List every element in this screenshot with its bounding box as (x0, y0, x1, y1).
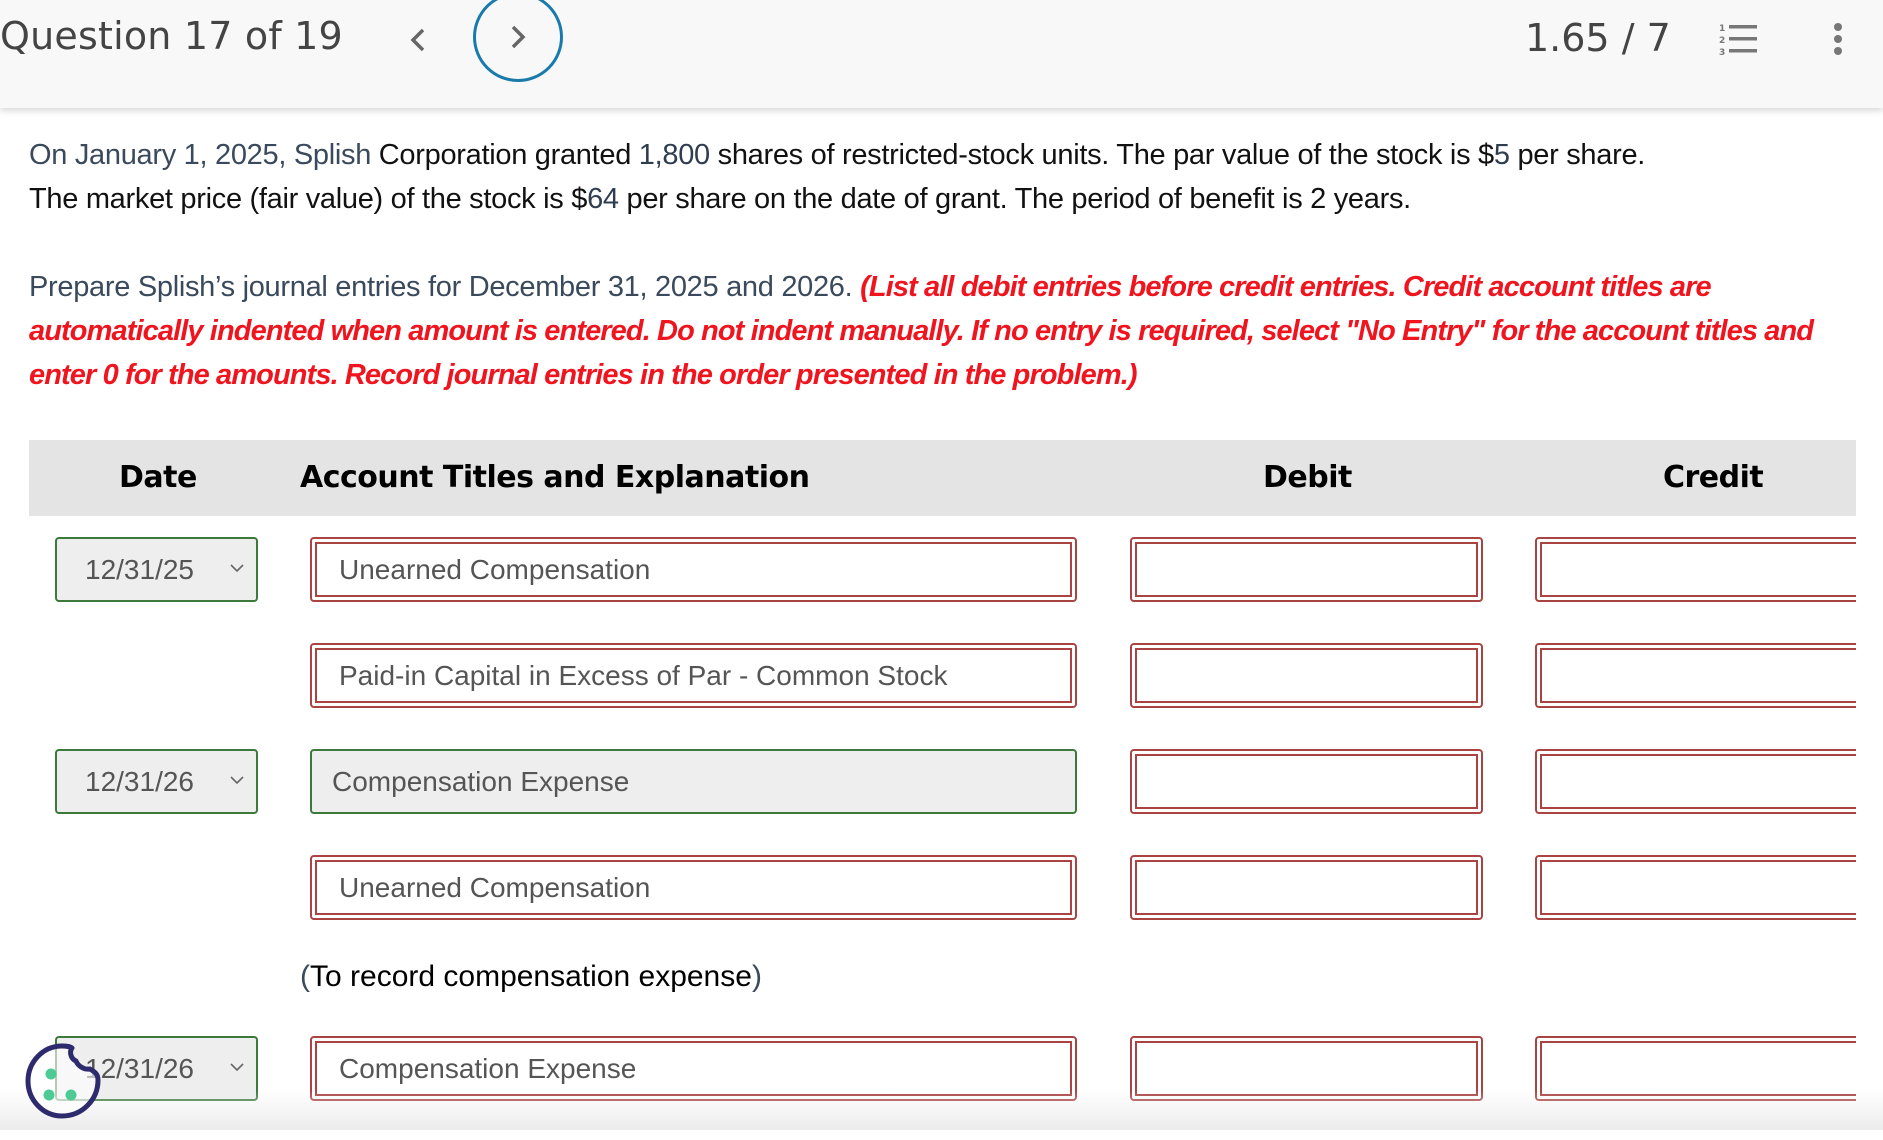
svg-text:3: 3 (1719, 48, 1725, 56)
explanation-paren: ( (300, 960, 310, 993)
question-text-segment: Corporation granted (371, 139, 639, 171)
question-header: Question 17 of 19 1.65 / 7 1 2 3 (0, 0, 1883, 108)
date-value: 12/31/25 (85, 553, 194, 585)
chevron-down-icon (230, 776, 244, 785)
debit-input[interactable] (1130, 855, 1483, 920)
table-header: Date Account Titles and Explanation Debi… (29, 440, 1856, 516)
debit-input[interactable] (1130, 1036, 1483, 1101)
header-account: Account Titles and Explanation (300, 460, 810, 495)
account-title-input[interactable]: Unearned Compensation (310, 855, 1077, 920)
question-text: On January 1, 2025, Splish Corporation g… (29, 133, 1859, 221)
question-text-segment: per share. (1509, 139, 1646, 171)
cookie-settings-icon[interactable] (22, 1040, 104, 1122)
header-debit: Debit (1263, 460, 1352, 495)
account-title-value: Compensation Expense (339, 1052, 637, 1084)
prompt-lead: Prepare Splish’s journal entries for Dec… (29, 271, 861, 303)
account-title-input[interactable]: Unearned Compensation (310, 537, 1077, 602)
chevron-down-icon (230, 1063, 244, 1072)
question-instructions: Prepare Splish’s journal entries for Dec… (29, 265, 1859, 397)
account-title-value: Unearned Compensation (339, 553, 651, 585)
more-vertical-icon[interactable] (1820, 22, 1856, 58)
explanation-text: To record compensation expense (310, 960, 752, 993)
credit-input[interactable] (1535, 537, 1856, 602)
previous-question-button[interactable] (400, 20, 436, 60)
chevron-down-icon (230, 564, 244, 573)
journal-entry-table: Date Account Titles and Explanation Debi… (29, 440, 1856, 1140)
explanation-paren: ) (751, 960, 762, 993)
date-select[interactable]: 12/31/25 (55, 537, 258, 602)
svg-text:2: 2 (1719, 36, 1725, 46)
header-date: Date (119, 460, 197, 495)
account-title-input[interactable]: Paid-in Capital in Excess of Par - Commo… (310, 643, 1077, 708)
debit-input[interactable] (1130, 643, 1483, 708)
account-title-value: Compensation Expense (332, 765, 630, 797)
chevron-left-icon (410, 28, 425, 52)
debit-input[interactable] (1130, 749, 1483, 814)
score-display: 1.65 / 7 (1525, 16, 1671, 60)
credit-input[interactable] (1535, 749, 1856, 814)
credit-input[interactable] (1535, 1036, 1856, 1101)
account-title-value: Paid-in Capital in Excess of Par - Commo… (339, 659, 948, 691)
question-date-company: On January 1, 2025, Splish (29, 139, 372, 171)
next-question-button[interactable] (473, 0, 563, 82)
shares-value: 1,800 (638, 139, 710, 171)
numbered-list-icon[interactable]: 1 2 3 (1718, 22, 1762, 56)
header-credit: Credit (1663, 460, 1764, 495)
account-title-input[interactable]: Compensation Expense (310, 749, 1077, 814)
account-title-input[interactable]: Compensation Expense (310, 1036, 1077, 1101)
chevron-right-icon (511, 25, 526, 49)
svg-text:1: 1 (1719, 24, 1725, 34)
debit-input[interactable] (1130, 537, 1483, 602)
question-counter: Question 17 of 19 (0, 14, 343, 58)
question-text-segment: The market price (fair value) of the sto… (29, 183, 588, 215)
question-text-segment: shares of restricted-stock units. The pa… (709, 139, 1495, 171)
account-title-value: Unearned Compensation (339, 871, 651, 903)
credit-input[interactable] (1535, 855, 1856, 920)
question-text-segment: per share on the date of grant. The peri… (618, 183, 1411, 215)
par-value: 5 (1493, 139, 1510, 171)
date-value: 12/31/26 (85, 765, 194, 797)
market-price-value: 64 (587, 183, 619, 215)
credit-input[interactable] (1535, 643, 1856, 708)
date-select[interactable]: 12/31/26 (55, 749, 258, 814)
entry-explanation: (To record compensation expense) (300, 960, 762, 994)
